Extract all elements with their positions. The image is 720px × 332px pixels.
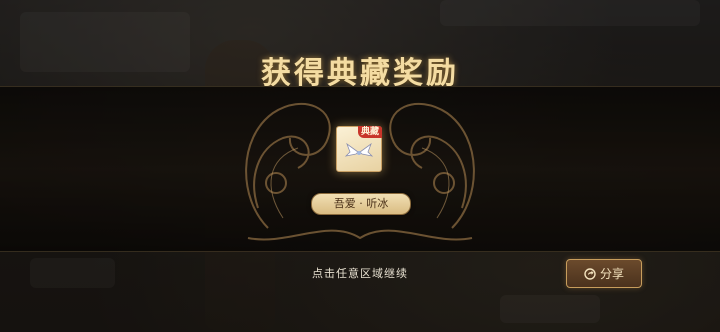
wing-hairpiece-icon <box>344 142 374 157</box>
share-icon <box>584 267 596 280</box>
share-button[interactable]: 分享 <box>566 259 642 288</box>
reward-item-card[interactable]: 典藏 <box>336 126 382 172</box>
collection-badge: 典藏 <box>357 126 382 138</box>
reward-name-plate: 吾爱 · 听冰 <box>311 193 411 215</box>
share-button-label: 分享 <box>599 267 624 281</box>
